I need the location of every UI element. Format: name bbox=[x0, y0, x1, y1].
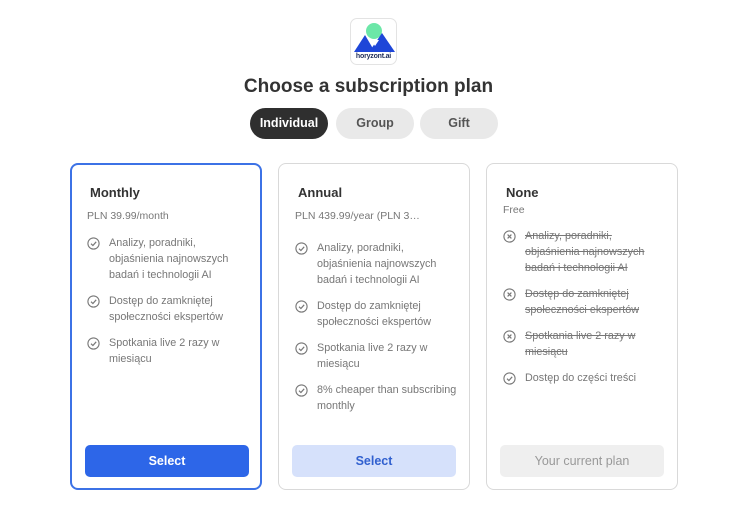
feature-item-excluded: Analizy, poradniki, objaśnienia najnowsz… bbox=[503, 228, 668, 276]
feature-item: Dostęp do zamkniętej społeczności eksper… bbox=[87, 293, 252, 325]
feature-text: Dostęp do zamkniętej społeczności eksper… bbox=[525, 288, 640, 316]
feature-item: Spotkania live 2 razy w miesiącu bbox=[295, 340, 460, 372]
current-plan-button: Your current plan bbox=[500, 445, 664, 477]
feature-item: Dostęp do części treści bbox=[503, 370, 668, 386]
plan-name: Monthly bbox=[90, 185, 140, 200]
plan-card-none[interactable]: None Free Analizy, poradniki, objaśnieni… bbox=[486, 163, 678, 490]
plan-name: None bbox=[506, 185, 539, 200]
feature-text: Dostęp do zamkniętej społeczności eksper… bbox=[109, 295, 224, 323]
tab-group[interactable]: Group bbox=[336, 108, 414, 139]
plan-price: PLN 439.99/year (PLN 3… bbox=[295, 210, 420, 222]
check-circle-icon bbox=[87, 295, 100, 308]
plan-name: Annual bbox=[298, 185, 343, 200]
x-circle-icon bbox=[503, 288, 516, 301]
check-circle-icon bbox=[87, 237, 100, 250]
plan-price: PLN 39.99/month bbox=[87, 210, 169, 222]
x-circle-icon bbox=[503, 330, 516, 343]
feature-text: Dostęp do części treści bbox=[525, 372, 637, 384]
check-circle-icon bbox=[295, 384, 308, 397]
tab-gift[interactable]: Gift bbox=[420, 108, 498, 139]
plan-card-monthly[interactable]: Monthly PLN 39.99/month Analizy, poradni… bbox=[70, 163, 262, 490]
feature-text: Spotkania live 2 razy w miesiącu bbox=[317, 342, 428, 370]
feature-item: 8% cheaper than subscribing monthly bbox=[295, 382, 460, 414]
check-circle-icon bbox=[295, 300, 308, 313]
feature-list: Analizy, poradniki, objaśnienia najnowsz… bbox=[503, 228, 668, 396]
feature-list: Analizy, poradniki, objaśnienia najnowsz… bbox=[87, 235, 252, 377]
feature-text: Analizy, poradniki, objaśnienia najnowsz… bbox=[525, 230, 645, 274]
feature-item: Analizy, poradniki, objaśnienia najnowsz… bbox=[87, 235, 252, 283]
feature-text: 8% cheaper than subscribing monthly bbox=[317, 384, 457, 412]
page-title: Choose a subscription plan bbox=[243, 76, 494, 97]
feature-text: Dostęp do zamkniętej społeczności eksper… bbox=[317, 300, 432, 328]
plan-price: Free bbox=[503, 204, 525, 216]
feature-list: Analizy, poradniki, objaśnienia najnowsz… bbox=[295, 240, 460, 424]
x-circle-icon bbox=[503, 230, 516, 243]
feature-text: Spotkania live 2 razy w miesiącu bbox=[525, 330, 636, 358]
feature-item: Dostęp do zamkniętej społeczności eksper… bbox=[295, 298, 460, 330]
plan-card-annual[interactable]: Annual PLN 439.99/year (PLN 3… Analizy, … bbox=[278, 163, 470, 490]
check-circle-icon bbox=[295, 342, 308, 355]
subscription-page: horyzont.ai Choose a subscription plan I… bbox=[0, 0, 737, 519]
feature-item: Spotkania live 2 razy w miesiącu bbox=[87, 335, 252, 367]
feature-item: Analizy, poradniki, objaśnienia najnowsz… bbox=[295, 240, 460, 288]
feature-item-excluded: Dostęp do zamkniętej społeczności eksper… bbox=[503, 286, 668, 318]
logo-text: horyzont.ai bbox=[355, 53, 392, 60]
feature-item-excluded: Spotkania live 2 razy w miesiącu bbox=[503, 328, 668, 360]
feature-text: Analizy, poradniki, objaśnienia najnowsz… bbox=[109, 237, 229, 281]
tab-individual[interactable]: Individual bbox=[250, 108, 328, 139]
select-annual-button[interactable]: Select bbox=[292, 445, 456, 477]
feature-text: Analizy, poradniki, objaśnienia najnowsz… bbox=[317, 242, 437, 286]
feature-text: Spotkania live 2 razy w miesiącu bbox=[109, 337, 220, 365]
select-monthly-button[interactable]: Select bbox=[85, 445, 249, 477]
check-circle-icon bbox=[87, 337, 100, 350]
check-circle-icon bbox=[295, 242, 308, 255]
check-circle-icon bbox=[503, 372, 516, 385]
horyzont-logo: horyzont.ai bbox=[350, 18, 397, 65]
